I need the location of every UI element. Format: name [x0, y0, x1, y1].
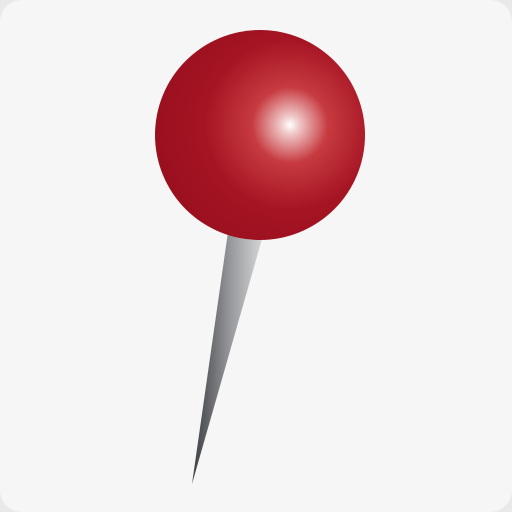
pin-needle	[192, 232, 264, 484]
push-pin-icon	[155, 30, 365, 484]
app-icon[interactable]	[0, 0, 512, 512]
pin-head	[155, 30, 365, 240]
